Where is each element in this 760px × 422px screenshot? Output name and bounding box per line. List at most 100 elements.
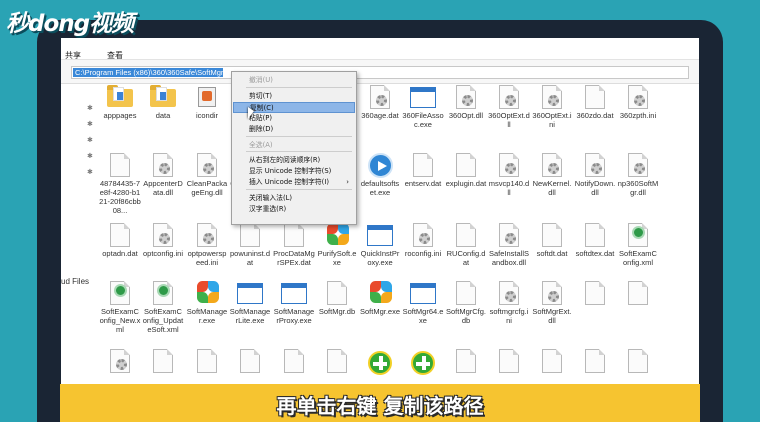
gear-file-icon <box>585 153 605 177</box>
file-item[interactable] <box>531 349 573 375</box>
menu-item[interactable]: 显示 Unicode 控制字符(S) <box>233 166 355 177</box>
file-item[interactable]: 360age.dat <box>359 85 401 120</box>
file-item[interactable] <box>445 349 487 375</box>
menu-item[interactable]: 汉字重选(R) <box>233 204 355 215</box>
file-item[interactable]: RUConfig.dat <box>445 223 487 267</box>
file-item[interactable]: softdtex.dat <box>574 223 616 258</box>
file-item[interactable]: SoftMgr.db <box>316 281 358 316</box>
context-menu: 撤消(U) 剪切(T) 复制(C) 粘贴(P) 删除(D) 全选(A) 从右到左的阅读顺序(… <box>231 71 357 225</box>
menu-item-label: 剪切(T) <box>249 92 273 100</box>
file-item[interactable] <box>316 349 358 375</box>
file-item[interactable]: SafeInstallSandbox.dll <box>488 223 530 267</box>
file-name: ProcDataMgrSPEx.dat <box>273 249 315 267</box>
file-item[interactable]: msvcp140.dll <box>488 153 530 197</box>
file-name: SoftMgrExt.dll <box>532 307 572 325</box>
file-item[interactable]: powuninst.dat <box>229 223 271 267</box>
file-name: np360SoftMgr.dll <box>617 179 659 197</box>
menu-separator <box>246 87 352 88</box>
gear-file-icon <box>153 153 173 177</box>
file-item[interactable]: SoftExamConfig_New.xml <box>99 281 141 334</box>
file-name: entserv.dat <box>404 179 442 188</box>
menu-item[interactable]: 剪切(T) <box>233 91 355 102</box>
file-item[interactable]: np360SoftMgr.dll <box>617 153 659 197</box>
file-item[interactable]: PurifySoft.exe <box>316 223 358 267</box>
menu-separator <box>246 189 352 190</box>
file-item[interactable]: CleanPackageEng.dll <box>186 153 228 197</box>
doc-file-icon <box>585 281 605 305</box>
file-item[interactable]: 360OptExt.dll <box>488 85 530 129</box>
resource-file-icon <box>197 85 217 109</box>
file-item[interactable]: NewKernel.dll <box>531 153 573 197</box>
file-item[interactable]: SoftManager.exe <box>186 281 228 325</box>
explorer-window: 共享 查看 C:\Program Files (x86)\360\360Safe… <box>61 38 699 422</box>
file-name: powuninst.dat <box>229 249 271 267</box>
file-item[interactable]: SoftManagerLite.exe <box>229 281 271 325</box>
menu-item[interactable]: 插入 Unicode 控制字符(I) › <box>233 177 355 188</box>
menu-item[interactable]: 关闭输入法(L) <box>233 193 355 204</box>
file-item[interactable]: SoftMgr.exe <box>359 281 401 316</box>
folder-file-icon <box>107 85 133 109</box>
file-item[interactable] <box>359 349 401 375</box>
doc-file-icon <box>585 349 605 373</box>
file-item[interactable]: ProcDataMgrSPEx.dat <box>273 223 315 267</box>
file-item[interactable]: entserv.dat <box>402 153 444 188</box>
file-item[interactable] <box>142 349 184 375</box>
file-item[interactable]: apppages <box>99 85 141 120</box>
file-item[interactable]: SoftManagerProxy.exe <box>273 281 315 325</box>
file-item[interactable]: data <box>142 85 184 120</box>
file-name: 48784435-7e8f-4280-b121-20f86cbb08... <box>99 179 141 215</box>
file-item[interactable]: SoftMgr64.exe <box>402 281 444 325</box>
menu-item[interactable]: 从右到左的阅读顺序(R) <box>233 155 355 166</box>
gear-file-icon <box>499 281 519 305</box>
file-name: 360age.dat <box>361 111 399 120</box>
flower-file-icon <box>197 281 219 305</box>
file-item[interactable] <box>488 349 530 375</box>
file-item[interactable] <box>574 281 616 307</box>
file-item[interactable]: QuickInstProxy.exe <box>359 223 401 267</box>
file-item[interactable]: optconfig.ini <box>142 223 184 258</box>
file-item[interactable]: softmgrcfg.ini <box>488 281 530 325</box>
file-item[interactable]: 360Opt.dll <box>445 85 487 120</box>
file-item[interactable] <box>99 349 141 375</box>
brand-logo: 秒dong视频 <box>6 11 134 37</box>
menu-item-label: 从右到左的阅读顺序(R) <box>249 156 321 164</box>
file-item[interactable]: SoftMgrExt.dll <box>531 281 573 325</box>
file-item[interactable]: softdt.dat <box>531 223 573 258</box>
gear-file-icon <box>499 153 519 177</box>
file-item[interactable]: 360zpth.ini <box>617 85 659 120</box>
file-item[interactable]: explugin.dat <box>445 153 487 188</box>
file-item[interactable]: defaultsoftset.exe <box>359 153 401 197</box>
file-item[interactable]: NotifyDown.dll <box>574 153 616 197</box>
file-name: NotifyDown.dll <box>574 179 616 197</box>
file-item[interactable]: 48784435-7e8f-4280-b121-20f86cbb08... <box>99 153 141 215</box>
file-item[interactable] <box>186 349 228 375</box>
file-item[interactable] <box>617 349 659 375</box>
doc-file-icon <box>240 349 260 373</box>
file-item[interactable] <box>574 349 616 375</box>
file-item[interactable] <box>229 349 271 375</box>
doc-file-icon <box>542 223 562 247</box>
file-item[interactable] <box>402 349 444 375</box>
window-file-icon <box>410 281 436 305</box>
file-item[interactable] <box>617 281 659 307</box>
file-item[interactable]: roconfig.ini <box>402 223 444 258</box>
doc-file-icon <box>628 281 648 305</box>
file-item[interactable]: SoftMgrCfg.db <box>445 281 487 325</box>
file-item[interactable]: icondir <box>186 85 228 120</box>
menu-item[interactable]: 删除(D) <box>233 124 355 135</box>
file-item[interactable]: 360zdo.dat <box>574 85 616 120</box>
file-name: msvcp140.dll <box>488 179 530 197</box>
mouse-cursor-icon <box>248 107 254 119</box>
file-item[interactable]: SoftExamConfig.xml <box>617 223 659 267</box>
xml-file-icon <box>153 281 173 305</box>
file-item[interactable]: SoftExamConfig_UpdateSoft.xml <box>142 281 184 334</box>
file-item[interactable]: 360FileAssoc.exe <box>402 85 444 129</box>
file-item[interactable]: optpowerspeed.ini <box>186 223 228 267</box>
file-item[interactable]: optadn.dat <box>99 223 141 258</box>
file-name: SoftManagerLite.exe <box>229 307 271 325</box>
file-item[interactable]: 360OptExt.ini <box>531 85 573 129</box>
file-item[interactable]: AppcenterData.dll <box>142 153 184 197</box>
file-item[interactable] <box>273 349 315 375</box>
file-name: data <box>155 111 171 120</box>
menu-item-label: 插入 Unicode 控制字符(I) <box>249 178 329 186</box>
